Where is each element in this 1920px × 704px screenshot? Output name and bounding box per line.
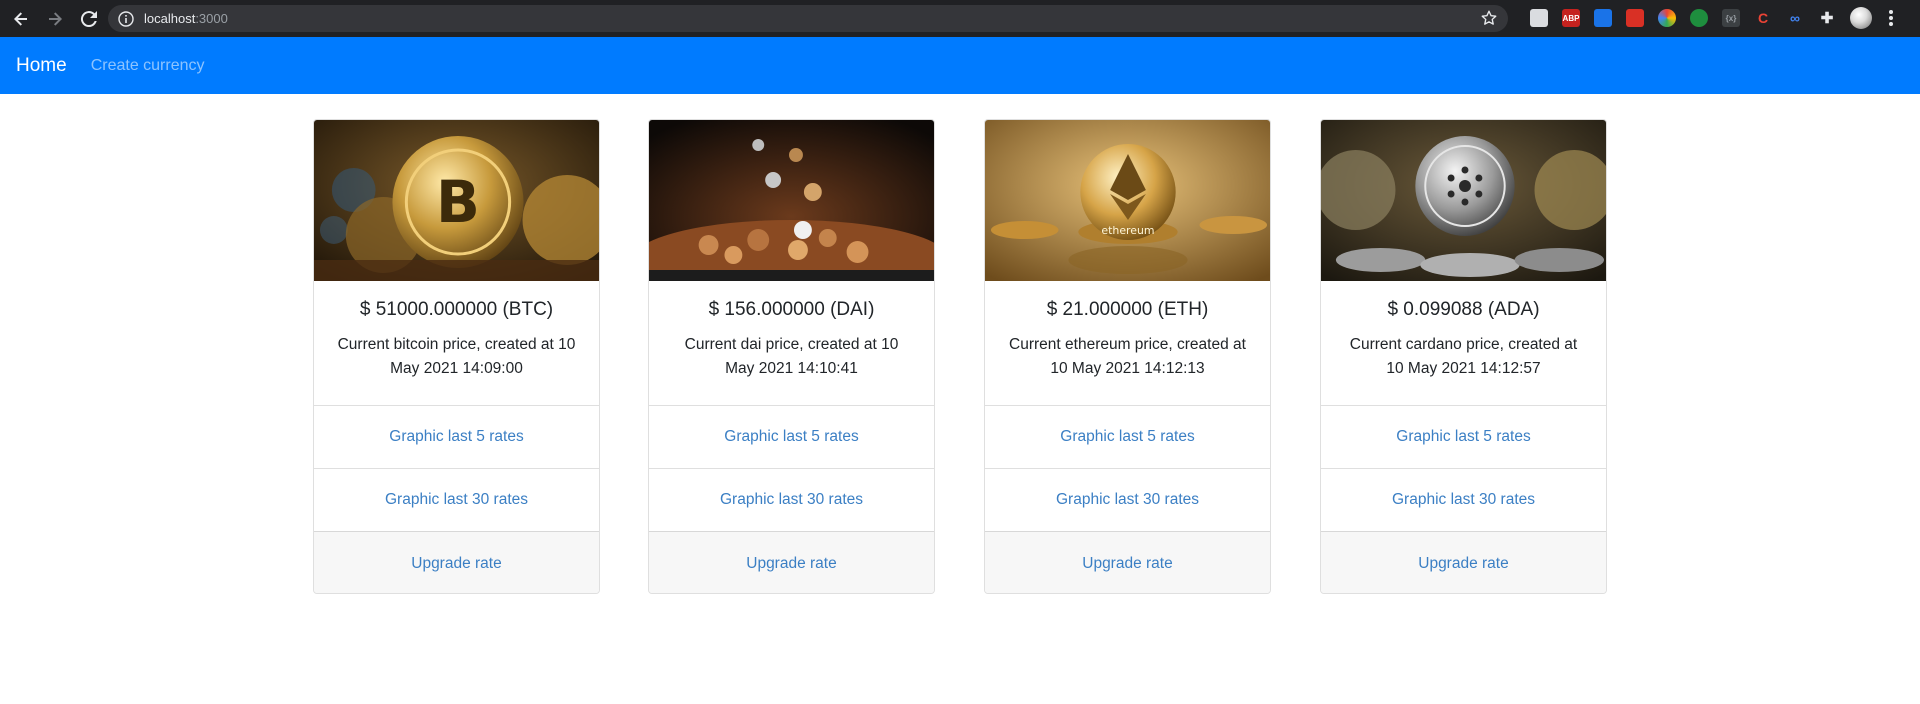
cardano-coin-image (1321, 120, 1606, 281)
card-price-title: $ 21.000000 (ETH) (1046, 299, 1209, 320)
bitcoin-coin-image: B (314, 120, 599, 281)
currency-card-dai: $ 156.000000 (DAI) Current dai price, cr… (648, 119, 935, 594)
graphic-last-30-rates-link[interactable]: Graphic last 30 rates (1056, 491, 1199, 509)
list-item: Graphic last 5 rates (649, 405, 934, 468)
currency-card-ada: $ 0.099088 (ADA) Current cardano price, … (1320, 119, 1607, 594)
ethereum-coin-image: ethereum (985, 120, 1270, 281)
card-description: Current dai price, created at 10 May 202… (684, 336, 899, 377)
card-footer: Upgrade rate (1321, 531, 1606, 593)
card-footer: Upgrade rate (985, 531, 1270, 593)
upgrade-rate-link[interactable]: Upgrade rate (411, 555, 501, 573)
card-body: $ 156.000000 (DAI) Current dai price, cr… (649, 281, 934, 405)
dai-coins-image (649, 120, 934, 281)
card-price-title: $ 51000.000000 (BTC) (359, 299, 554, 320)
card-price-title: $ 0.099088 (ADA) (1387, 299, 1540, 320)
graphic-last-5-rates-link[interactable]: Graphic last 5 rates (724, 428, 858, 446)
upgrade-rate-link[interactable]: Upgrade rate (1082, 555, 1172, 573)
card-body: $ 51000.000000 (BTC) Current bitcoin pri… (314, 281, 599, 405)
upgrade-rate-link[interactable]: Upgrade rate (1418, 555, 1508, 573)
list-item: Graphic last 5 rates (314, 405, 599, 468)
card-footer: Upgrade rate (649, 531, 934, 593)
currency-cards: B $ 51000.000000 (BTC) Current bitcoin p… (0, 0, 1920, 704)
list-item: Graphic last 30 rates (314, 468, 599, 531)
card-description: Current ethereum price, created at 10 Ma… (1009, 336, 1246, 377)
card-footer: Upgrade rate (314, 531, 599, 593)
graphic-last-5-rates-link[interactable]: Graphic last 5 rates (389, 428, 523, 446)
upgrade-rate-link[interactable]: Upgrade rate (746, 555, 836, 573)
graphic-last-5-rates-link[interactable]: Graphic last 5 rates (1396, 428, 1530, 446)
list-item: Graphic last 5 rates (985, 405, 1270, 468)
list-item: Graphic last 30 rates (1321, 468, 1606, 531)
list-item: Graphic last 5 rates (1321, 405, 1606, 468)
svg-text:ethereum: ethereum (1101, 224, 1154, 237)
graphic-last-5-rates-link[interactable]: Graphic last 5 rates (1060, 428, 1194, 446)
graphic-last-30-rates-link[interactable]: Graphic last 30 rates (1392, 491, 1535, 509)
card-description: Current bitcoin price, created at 10 May… (337, 336, 576, 377)
list-item: Graphic last 30 rates (985, 468, 1270, 531)
list-item: Graphic last 30 rates (649, 468, 934, 531)
graphic-last-30-rates-link[interactable]: Graphic last 30 rates (720, 491, 863, 509)
svg-text:B: B (436, 168, 480, 236)
card-body: $ 0.099088 (ADA) Current cardano price, … (1321, 281, 1606, 405)
graphic-last-30-rates-link[interactable]: Graphic last 30 rates (385, 491, 528, 509)
currency-card-btc: B $ 51000.000000 (BTC) Current bitcoin p… (313, 119, 600, 594)
card-description: Current cardano price, created at 10 May… (1349, 336, 1578, 377)
currency-card-eth: ethereum $ 21.000000 (ETH) Current ether… (984, 119, 1271, 594)
card-body: $ 21.000000 (ETH) Current ethereum price… (985, 281, 1270, 405)
card-price-title: $ 156.000000 (DAI) (708, 299, 875, 320)
